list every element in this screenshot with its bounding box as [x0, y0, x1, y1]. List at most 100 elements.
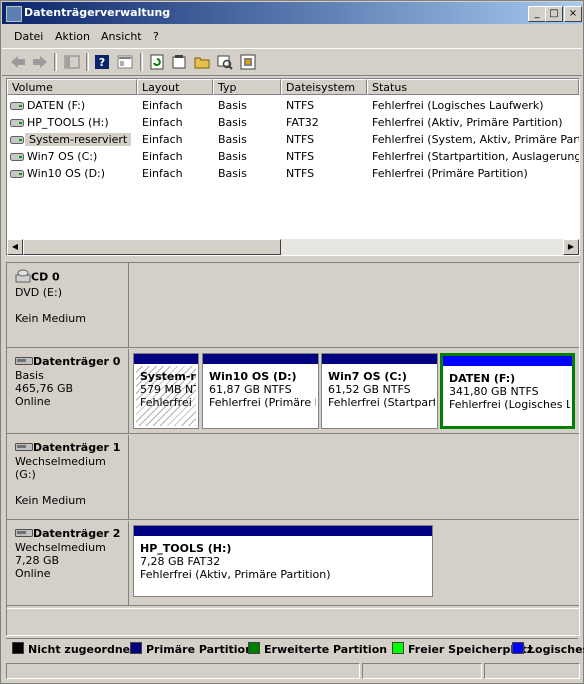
partition-status: Fehlerfrei (Logisches Lau [449, 398, 570, 411]
console-tree-icon[interactable] [115, 52, 135, 72]
table-cell-layout: Einfach [142, 116, 183, 129]
column-header-status[interactable]: Status [367, 79, 579, 95]
column-header-typ[interactable]: Typ [213, 79, 281, 95]
table-cell-volume: Win7 OS (C:) [27, 150, 98, 163]
disk-row: Datenträger 0 Basis 465,76 GB Online System-… [7, 349, 579, 433]
toolbar: ? [2, 48, 582, 76]
scroll-right-button[interactable]: ▶ [563, 239, 579, 255]
partition-status: Fehlerfrei (Primäre Pa [209, 396, 316, 409]
scroll-thumb[interactable] [23, 239, 281, 255]
table-cell-status: Fehlerfrei (System, Aktiv, Primäre Parti… [372, 133, 579, 146]
disk-label[interactable]: CD 0 DVD (E:) Kein Medium [7, 263, 129, 347]
partition-size: 579 MB NTF [140, 383, 196, 396]
legend-item: Logisches [512, 642, 584, 656]
table-cell-dateisystem: NTFS [286, 99, 315, 112]
disk-info-line3: Online [15, 566, 51, 580]
hard-disk-icon [15, 356, 33, 369]
rescan-icon[interactable] [215, 52, 235, 72]
open-folder-icon[interactable] [192, 52, 212, 72]
partition-text: HP_TOOLS (H:) 7,28 GB FAT32 Fehlerfrei (Ak… [140, 542, 430, 581]
toolbar-separator [54, 53, 57, 71]
legend-swatch [130, 642, 142, 654]
partition-color-bar [134, 526, 432, 536]
help-icon[interactable]: ? [92, 52, 112, 72]
table-cell-status: Fehlerfrei (Logisches Laufwerk) [372, 99, 544, 112]
maximize-button[interactable]: □ [545, 6, 563, 22]
partition-size: 7,28 GB FAT32 [140, 555, 221, 568]
table-row[interactable]: DATEN (F:) Einfach Basis NTFS Fehlerfrei (Lo… [7, 97, 579, 114]
column-header-volume[interactable]: Volume [7, 79, 137, 95]
partition-block[interactable]: Win10 OS (D:) 61,87 GB NTFS Fehlerfrei (Pr… [202, 353, 319, 429]
disk-row: Datenträger 1 Wechselmedium (G:) Kein Medi… [7, 435, 579, 519]
disk-info-line2: 7,28 GB [15, 553, 60, 567]
status-pane-3 [484, 663, 580, 679]
table-cell-status: Fehlerfrei (Startpartition, Auslagerungs… [372, 150, 579, 163]
window-title: Datenträgerverwaltung [24, 6, 171, 19]
disk-label[interactable]: Datenträger 1 Wechselmedium (G:) Kein Medi… [7, 435, 129, 519]
partition-title: Win10 OS (D:) [209, 370, 297, 383]
forward-icon[interactable] [30, 52, 50, 72]
properties-icon[interactable] [169, 52, 189, 72]
partition-block[interactable]: System-r579 MB NTFFehlerfrei ( [133, 353, 199, 429]
refresh-icon[interactable] [147, 52, 167, 72]
legend: Nicht zugeordnet Primäre Partition Erweite… [6, 638, 584, 659]
table-cell-typ: Basis [218, 167, 247, 180]
disk-row: CD 0 DVD (E:) Kein Medium [7, 263, 579, 347]
partition-color-bar [134, 354, 198, 364]
partition-size: 61,52 GB NTFS [328, 383, 411, 396]
partition-block[interactable]: HP_TOOLS (H:) 7,28 GB FAT32 Fehlerfrei (Ak… [133, 525, 433, 597]
partition-title: System-r [140, 370, 196, 383]
partition-color-bar [203, 354, 318, 364]
partition-size: 61,87 GB NTFS [209, 383, 292, 396]
partition-status: Fehlerfrei ( [140, 396, 196, 409]
column-header-layout[interactable]: Layout [137, 79, 213, 95]
disk-info-line1: DVD (E:) [15, 286, 63, 299]
drive-icon [10, 118, 24, 131]
drive-icon [10, 135, 24, 148]
minimize-button[interactable]: _ [528, 6, 546, 22]
back-icon[interactable] [8, 52, 28, 72]
partition-size: 341,80 GB NTFS [449, 385, 539, 398]
partition-text: System-r579 MB NTFFehlerfrei ( [140, 370, 196, 409]
disk-info-line3: Kein Medium [15, 493, 86, 507]
disk-label[interactable]: Datenträger 0 Basis 465,76 GB Online [7, 349, 129, 433]
disk-label[interactable]: Datenträger 2 Wechselmedium 7,28 GB Online [7, 521, 129, 605]
menu-aktion[interactable]: Aktion [55, 30, 90, 43]
status-bar [2, 661, 582, 681]
toolbar-separator [140, 53, 143, 71]
main-window: Datenträgerverwaltung _ □ × Datei Aktion… [0, 0, 584, 684]
partition-block[interactable]: DATEN (F:) 341,80 GB NTFS Fehlerfrei (Logi… [440, 353, 575, 429]
legend-swatch [392, 642, 404, 654]
settings-icon[interactable] [238, 52, 258, 72]
column-header-dateisystem[interactable]: Dateisystem [281, 79, 367, 95]
disk-info-line2 [15, 299, 128, 312]
partition-block[interactable]: Win7 OS (C:) 61,52 GB NTFS Fehlerfrei (Sta… [321, 353, 438, 429]
horizontal-scrollbar[interactable]: ◀ ▶ [7, 239, 579, 255]
show-hide-tree-icon[interactable] [62, 52, 82, 72]
drive-icon [10, 169, 24, 182]
disk-info-line3: Kein Medium [15, 312, 86, 325]
partition-title: Win7 OS (C:) [328, 370, 407, 383]
table-row[interactable]: Win10 OS (D:) Einfach Basis NTFS Fehlerfrei … [7, 165, 579, 182]
scroll-left-button[interactable]: ◀ [7, 239, 23, 255]
table-row[interactable]: HP_TOOLS (H:) Einfach Basis FAT32 Fehlerfrei… [7, 114, 579, 131]
menu-help[interactable]: ? [153, 30, 159, 43]
table-cell-typ: Basis [218, 150, 247, 163]
volume-list: Volume Layout Typ Dateisystem Status DAT… [6, 78, 580, 256]
disk-row-separator [7, 605, 579, 609]
legend-item: Erweiterte Partition [248, 642, 387, 656]
menu-ansicht[interactable]: Ansicht [101, 30, 142, 43]
disk-info-line1: Wechselmedium [15, 540, 106, 554]
table-cell-typ: Basis [218, 116, 247, 129]
drive-icon [10, 101, 24, 114]
disk-panel: CD 0 DVD (E:) Kein Medium Datenträger 0 Basi… [6, 262, 580, 636]
disk-name: Datenträger 1 [33, 441, 121, 454]
table-row[interactable]: Win7 OS (C:) Einfach Basis NTFS Fehlerfrei (… [7, 148, 579, 165]
table-row[interactable]: System-reserviert Einfach Basis NTFS Fehlerf… [7, 131, 579, 148]
table-cell-volume: System-reserviert [25, 133, 132, 146]
table-cell-layout: Einfach [142, 99, 183, 112]
legend-label: Erweiterte Partition [264, 643, 388, 656]
menu-datei[interactable]: Datei [14, 30, 43, 43]
close-button[interactable]: × [564, 6, 582, 22]
title-bar[interactable]: Datenträgerverwaltung _ □ × [2, 2, 582, 24]
